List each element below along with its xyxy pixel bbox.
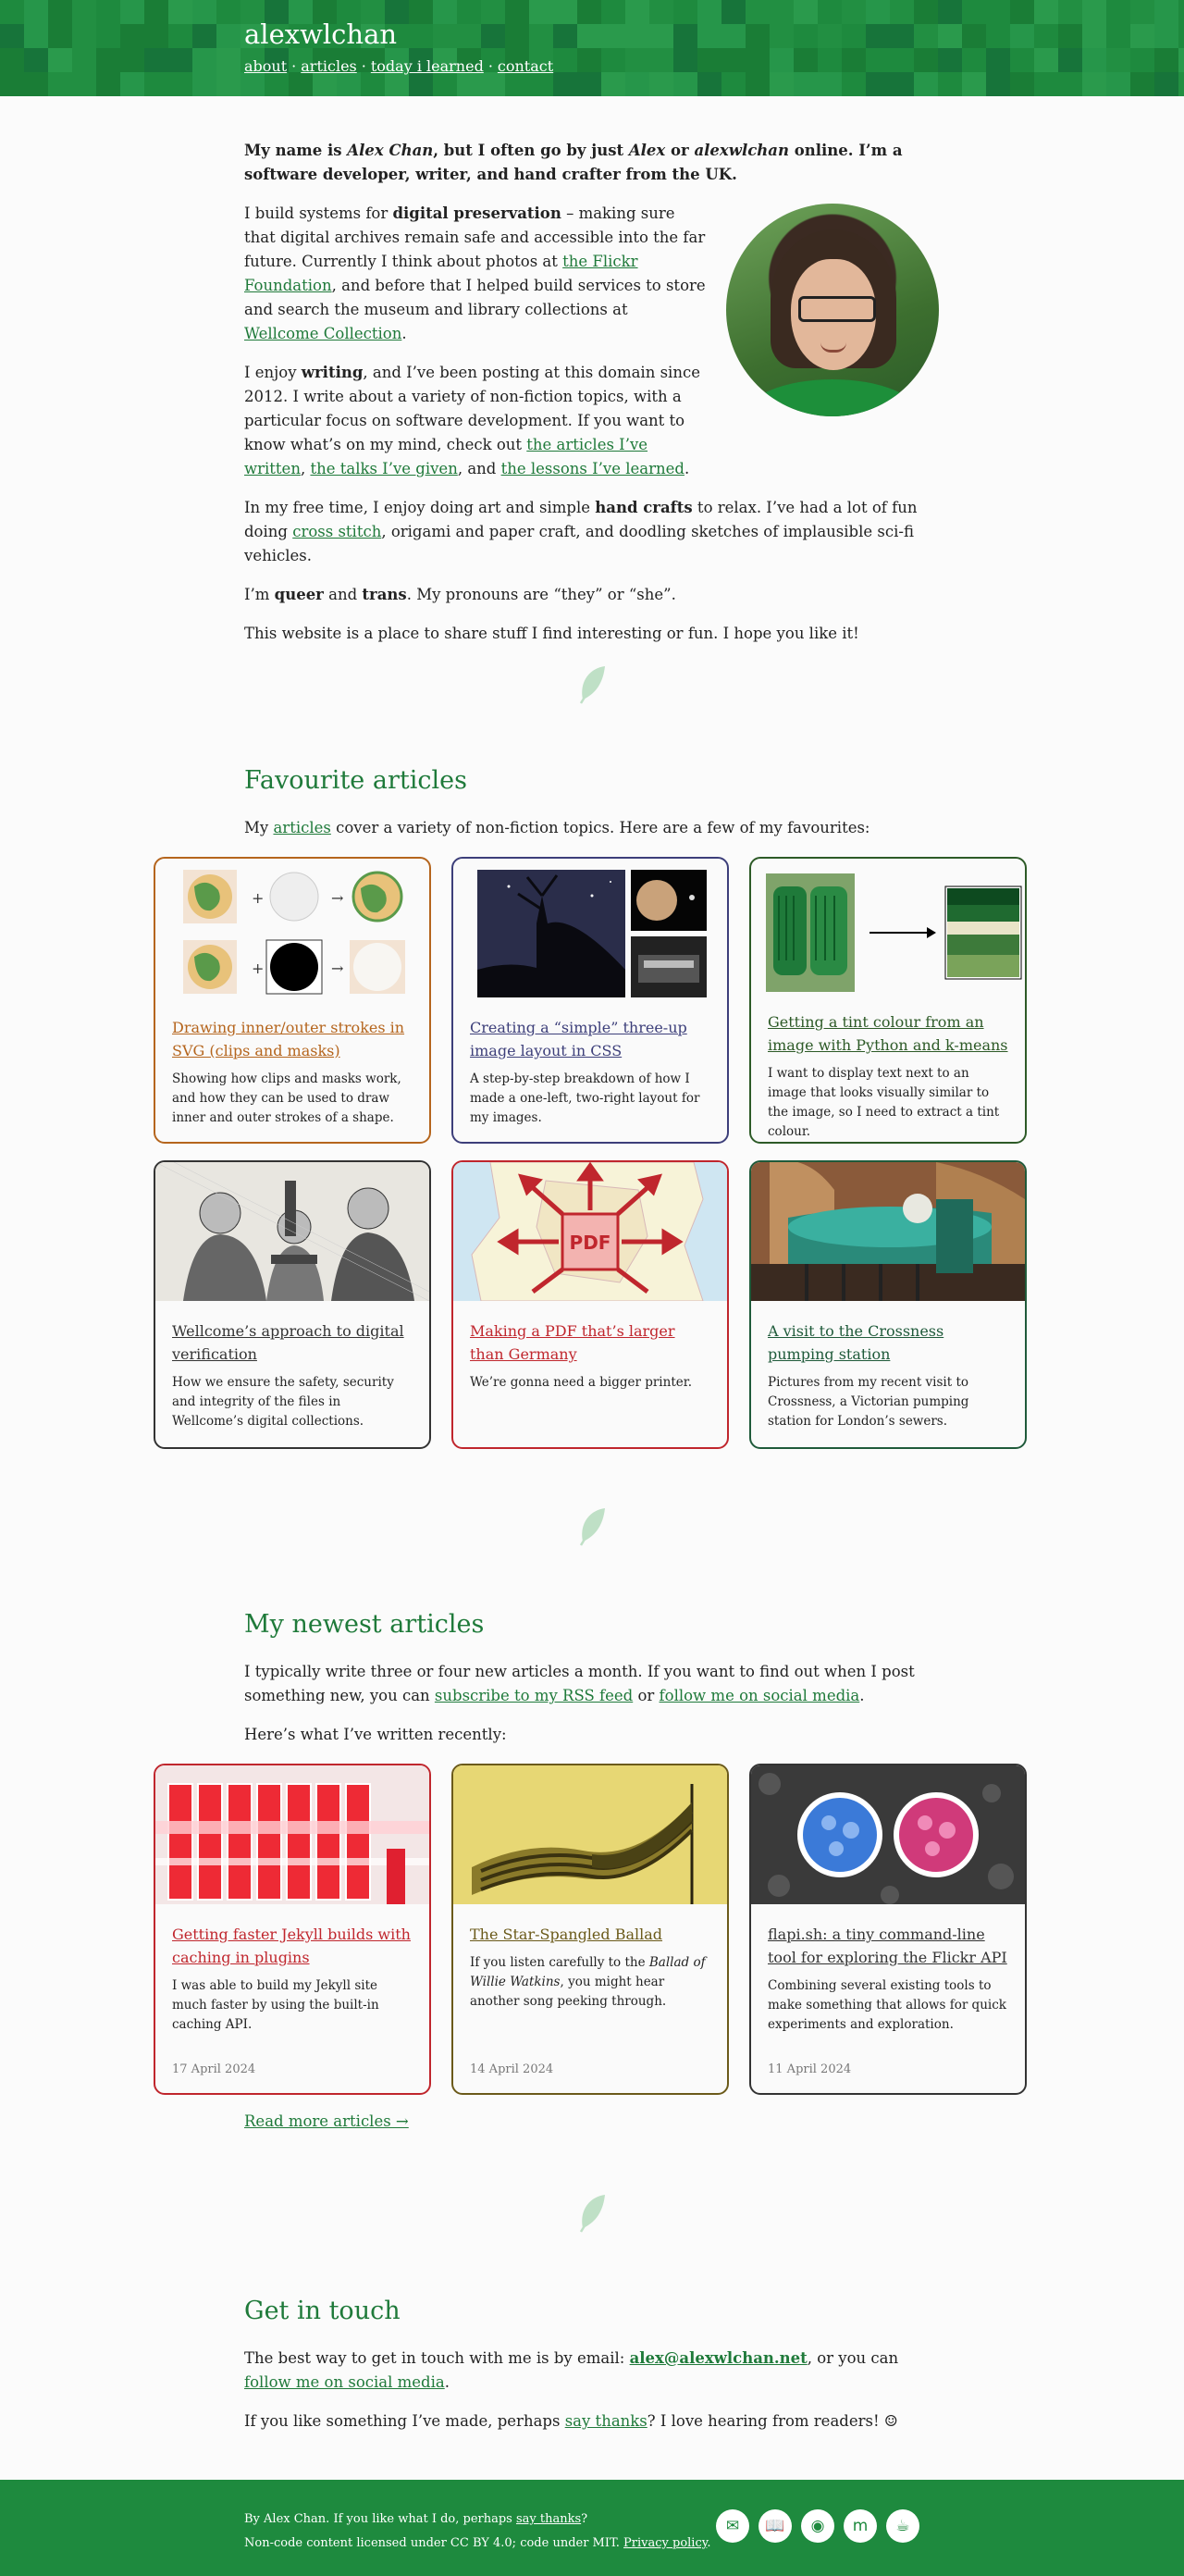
card-thumbnail: [751, 1162, 1025, 1301]
card-thumbnail: [155, 1162, 429, 1301]
svg-text:→: →: [331, 960, 343, 977]
read-more-link[interactable]: Read more articles →: [244, 2112, 409, 2130]
link-talks-given[interactable]: the talks I’ve given: [310, 460, 457, 477]
newest-intro: I typically write three or four new arti…: [244, 1663, 915, 1743]
card-description: I was able to build my Jekyll site much …: [172, 1978, 379, 2032]
card-date: 11 April 2024: [768, 2062, 852, 2076]
article-card-tint-colour[interactable]: Getting a tint colour from an image with…: [749, 857, 1027, 1144]
article-card-crossness[interactable]: A visit to the Crossness pumping station…: [749, 1160, 1027, 1449]
nav-about[interactable]: about: [244, 57, 287, 75]
site-header: alexwlchan about · articles · today i learne…: [0, 0, 1184, 96]
article-card-wellcome-verification[interactable]: Wellcome’s approach to digital verificat…: [154, 1160, 431, 1449]
email-icon[interactable]: ✉: [716, 2509, 749, 2543]
article-card-flapi[interactable]: flapi.sh: a tiny command-line tool for e…: [749, 1764, 1027, 2095]
card-title[interactable]: Wellcome’s approach to digital verificat…: [172, 1319, 413, 1366]
link-social-media[interactable]: follow me on social media: [660, 1687, 860, 1704]
card-description: We’re gonna need a bigger printer.: [470, 1375, 692, 1390]
card-date: 14 April 2024: [470, 2062, 554, 2076]
intro-paragraph-crafts: In my free time, I enjoy doing art and s…: [244, 499, 918, 564]
card-title[interactable]: The Star-Spangled Ballad: [470, 1923, 710, 1946]
mastodon-icon[interactable]: m: [844, 2509, 877, 2543]
favourites-intro: My articles cover a variety of non-ficti…: [244, 819, 870, 836]
site-title[interactable]: alexwlchan: [244, 19, 553, 50]
article-card-svg-strokes[interactable]: + → + → Drawing inner/outer strokes in S…: [154, 857, 431, 1144]
article-card-jekyll-caching[interactable]: Getting faster Jekyll builds with cachin…: [154, 1764, 431, 2095]
svg-text:→: →: [331, 889, 343, 907]
card-description: Combining several existing tools to make…: [768, 1978, 1006, 2032]
intro-paragraph-identity: I’m queer and trans. My pronouns are “th…: [244, 586, 676, 603]
card-thumbnail: [453, 1765, 727, 1904]
link-articles[interactable]: articles: [273, 819, 330, 836]
link-cross-stitch[interactable]: cross stitch: [292, 523, 381, 540]
link-lessons-learned[interactable]: the lessons I’ve learned: [501, 460, 684, 477]
card-title[interactable]: Drawing inner/outer strokes in SVG (clip…: [172, 1016, 413, 1062]
intro-paragraph-preservation: I build systems for digital preservation…: [244, 204, 706, 342]
intro-paragraph-website: This website is a place to share stuff I…: [244, 625, 859, 642]
nav-til[interactable]: today i learned: [371, 57, 484, 75]
card-thumbnail: [453, 859, 727, 997]
card-date: 17 April 2024: [172, 2062, 256, 2076]
leaf-divider-icon: [579, 2195, 605, 2233]
card-title[interactable]: A visit to the Crossness pumping station: [768, 1319, 1008, 1366]
kofi-icon[interactable]: ☕: [886, 2509, 919, 2543]
contact-section: The best way to get in touch with me is …: [244, 2349, 899, 2430]
book-icon[interactable]: 📖: [758, 2509, 792, 2543]
social-icons: ✉ 📖 ◉ m ☕: [716, 2509, 919, 2543]
read-more-container: Read more articles →: [244, 2110, 940, 2134]
article-card-star-spangled[interactable]: The Star-Spangled Ballad If you listen c…: [451, 1764, 729, 2095]
rss-icon[interactable]: ◉: [801, 2509, 834, 2543]
svg-text:+: +: [252, 960, 264, 977]
link-rss-feed[interactable]: subscribe to my RSS feed: [435, 1687, 633, 1704]
article-card-pdf-germany[interactable]: PDF Making a PDF that’s larger than Germ…: [451, 1160, 729, 1449]
card-thumbnail: PDF: [453, 1162, 727, 1301]
card-title[interactable]: flapi.sh: a tiny command-line tool for e…: [768, 1923, 1008, 1969]
card-thumbnail: [155, 1765, 429, 1904]
contact-heading: Get in touch: [244, 2297, 401, 2325]
link-wellcome-collection[interactable]: Wellcome Collection: [244, 325, 401, 342]
main-nav: about · articles · today i learned · contact: [244, 57, 554, 75]
avatar: [726, 204, 939, 416]
card-thumbnail: [751, 1765, 1025, 1904]
card-description: A step-by-step breakdown of how I made a…: [470, 1071, 700, 1125]
card-description: Pictures from my recent visit to Crossne…: [768, 1375, 969, 1429]
footer-say-thanks-link[interactable]: say thanks: [516, 2512, 581, 2526]
card-title[interactable]: Getting faster Jekyll builds with cachin…: [172, 1923, 413, 1969]
card-description: If you listen carefully to the Ballad of…: [470, 1955, 706, 2009]
leaf-divider-icon: [579, 1508, 605, 1546]
card-title[interactable]: Making a PDF that’s larger than Germany: [470, 1319, 710, 1366]
email-link[interactable]: alex@alexwlchan.net: [630, 2349, 808, 2367]
intro-lead: My name is Alex Chan, but I often go by …: [244, 142, 903, 183]
leaf-divider-icon: [579, 666, 605, 704]
link-contact-social[interactable]: follow me on social media: [244, 2373, 445, 2391]
favourites-heading: Favourite articles: [244, 766, 467, 795]
newest-heading: My newest articles: [244, 1610, 485, 1639]
card-description: Showing how clips and masks work, and ho…: [172, 1071, 401, 1125]
card-thumbnail: + → + →: [155, 859, 429, 997]
site-footer: By Alex Chan. If you like what I do, per…: [0, 2480, 1184, 2576]
article-card-css-layout[interactable]: Creating a “simple” three-up image layou…: [451, 857, 729, 1144]
privacy-policy-link[interactable]: Privacy policy: [623, 2536, 707, 2550]
svg-text:+: +: [252, 889, 264, 907]
card-title[interactable]: Creating a “simple” three-up image layou…: [470, 1016, 710, 1062]
card-title[interactable]: Getting a tint colour from an image with…: [768, 1010, 1008, 1057]
nav-contact[interactable]: contact: [498, 57, 553, 75]
card-thumbnail: [751, 859, 1025, 992]
footer-text: By Alex Chan. If you like what I do, per…: [244, 2512, 711, 2550]
card-description: I want to display text next to an image …: [768, 1066, 1000, 1139]
card-description: How we ensure the safety, security and i…: [172, 1375, 394, 1429]
link-say-thanks[interactable]: say thanks: [565, 2412, 648, 2430]
nav-articles[interactable]: articles: [301, 57, 357, 75]
intro-paragraph-writing: I enjoy writing, and I’ve been posting a…: [244, 364, 700, 477]
pdf-label: PDF: [570, 1232, 611, 1254]
